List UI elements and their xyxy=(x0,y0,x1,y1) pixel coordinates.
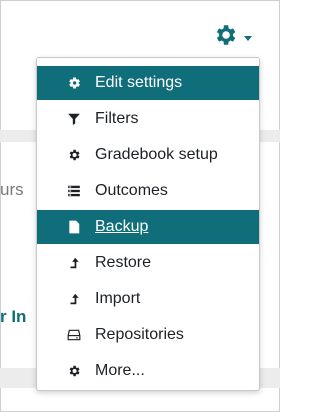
actions-dropdown-menu: Edit settings Filters Gradebook setup Ou… xyxy=(36,57,260,391)
menu-item-label: Backup xyxy=(95,218,149,235)
menu-item-label: Gradebook setup xyxy=(95,146,218,163)
list-icon xyxy=(67,184,81,198)
menu-item-label: Edit settings xyxy=(95,74,183,91)
menu-item-filters[interactable]: Filters xyxy=(37,102,259,136)
menu-item-import[interactable]: Import xyxy=(37,282,259,316)
menu-item-label: Outcomes xyxy=(95,182,168,199)
hdd-icon xyxy=(67,328,81,342)
menu-item-label: More... xyxy=(95,362,145,379)
gear-icon xyxy=(67,364,81,378)
menu-item-gradebook-setup[interactable]: Gradebook setup xyxy=(37,138,259,172)
file-archive-icon xyxy=(67,220,81,234)
level-up-icon xyxy=(67,292,81,306)
level-up-icon xyxy=(67,256,81,270)
gear-icon xyxy=(67,148,81,162)
filter-icon xyxy=(67,112,81,126)
menu-item-outcomes[interactable]: Outcomes xyxy=(37,174,259,208)
gear-icon xyxy=(67,76,81,90)
menu-item-repositories[interactable]: Repositories xyxy=(37,318,259,352)
actions-menu-trigger[interactable] xyxy=(212,24,252,50)
menu-item-restore[interactable]: Restore xyxy=(37,246,259,280)
caret-down-icon xyxy=(244,35,252,41)
menu-item-more[interactable]: More... xyxy=(37,354,259,388)
menu-item-label: Filters xyxy=(95,110,139,127)
background-text: urs xyxy=(0,180,24,199)
menu-item-label: Repositories xyxy=(95,326,184,343)
menu-item-edit-settings[interactable]: Edit settings xyxy=(37,66,259,100)
menu-item-label: Restore xyxy=(95,254,152,271)
menu-item-label: Import xyxy=(95,290,141,307)
gear-icon xyxy=(212,22,238,53)
menu-item-backup[interactable]: Backup xyxy=(37,210,259,244)
background-link[interactable]: r In xyxy=(0,307,26,327)
